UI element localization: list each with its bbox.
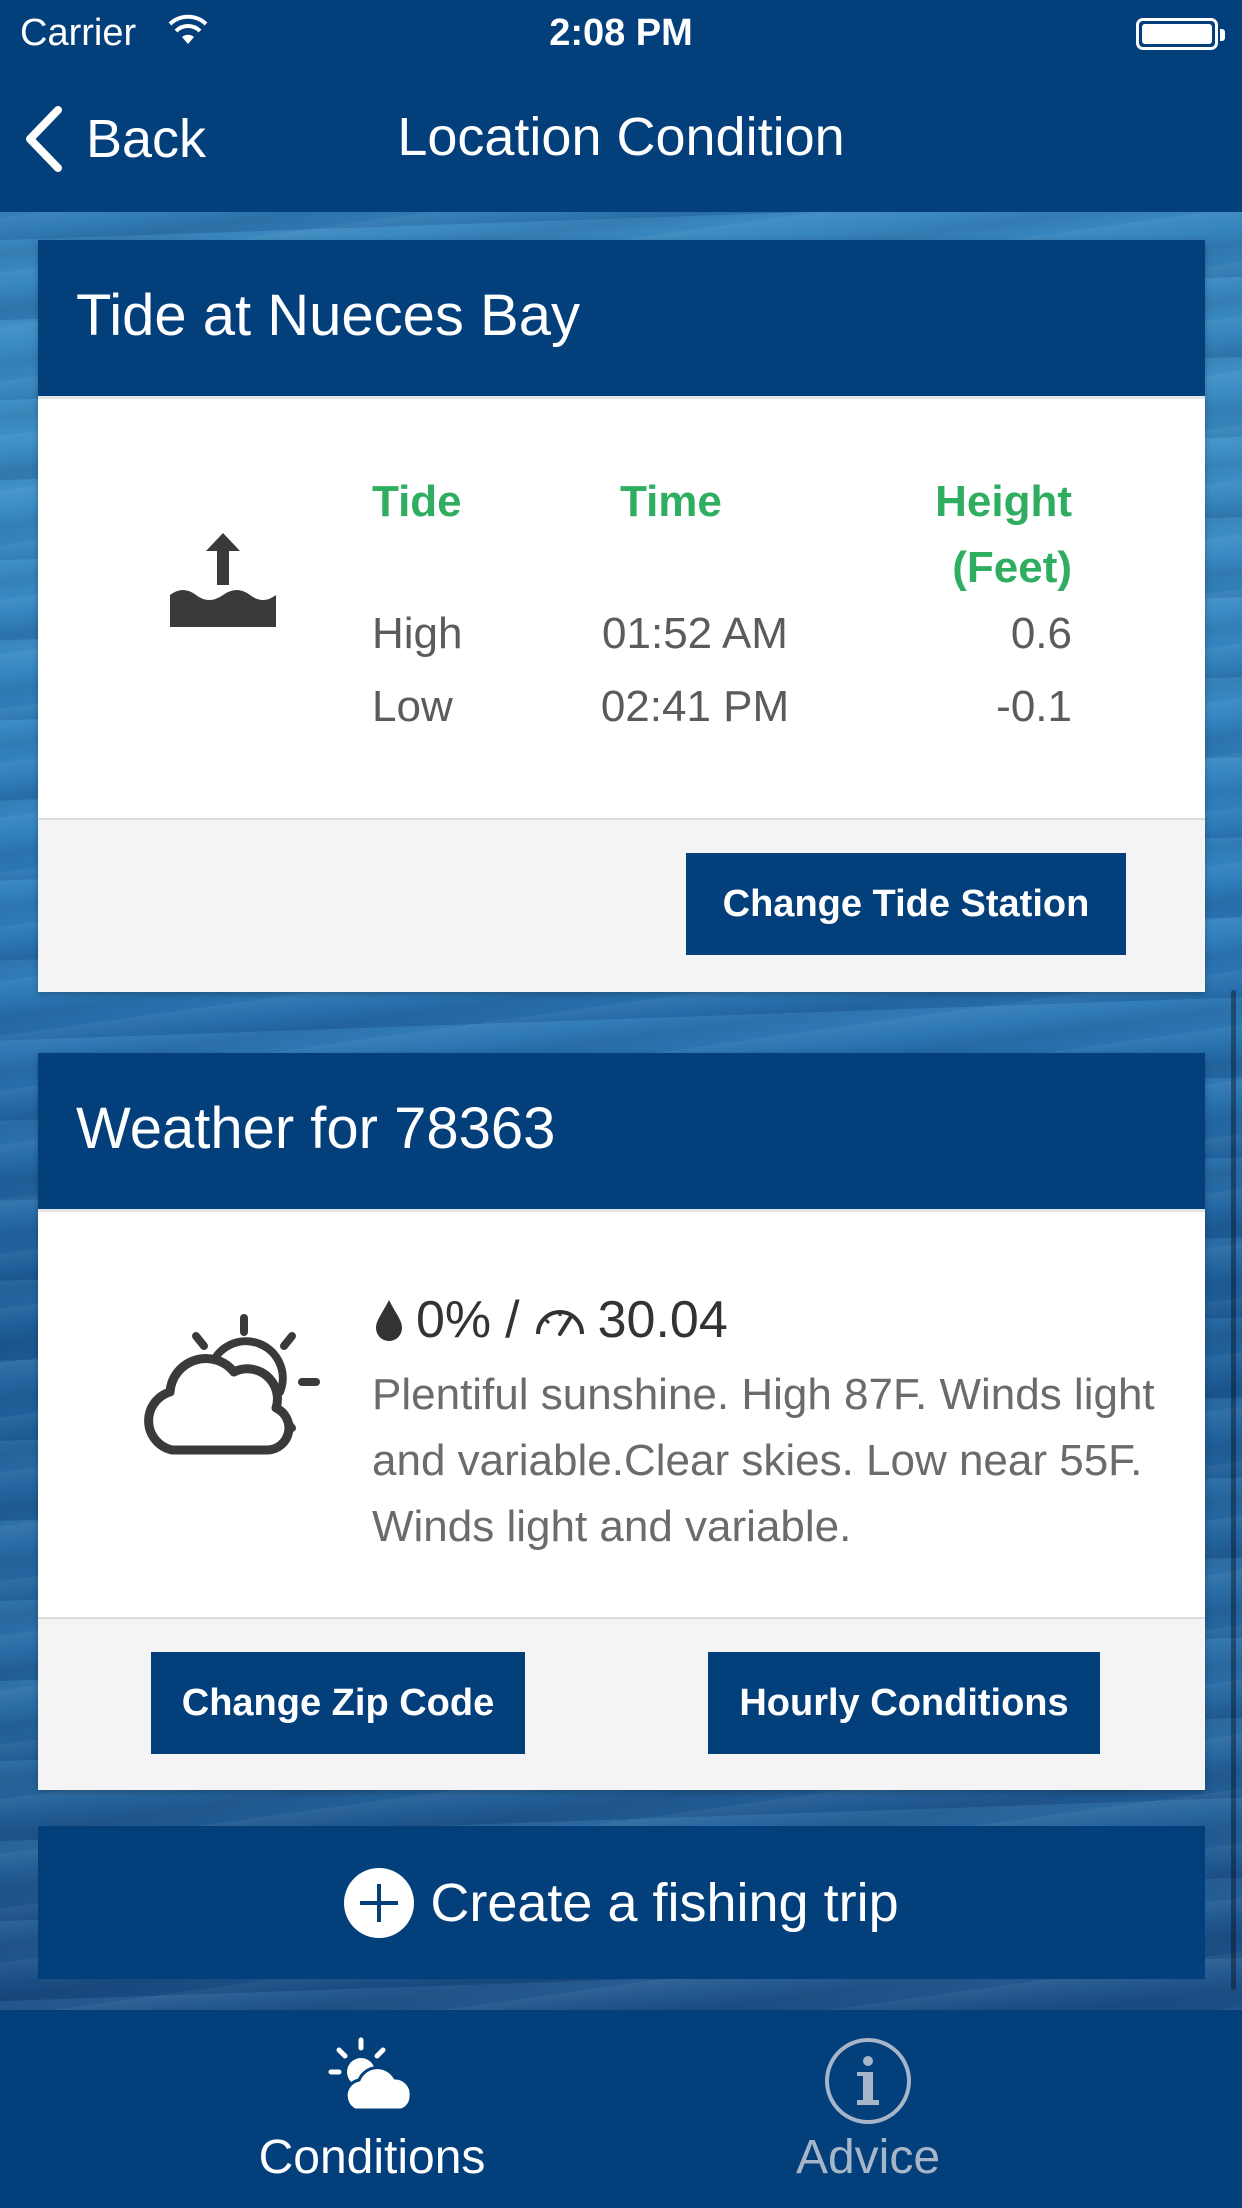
raindrop-icon [376,1300,402,1341]
plus-circle-icon [344,1867,415,1938]
status-time: 2:08 PM [549,12,693,54]
sun-cloud-icon [328,2037,413,2112]
battery-icon [1136,18,1225,50]
time-column-header: Time [620,477,722,526]
tide-table: Tide Time Height (Feet) High 01:52 AM 0.… [38,396,1205,818]
tab-conditions[interactable]: Conditions [172,2010,572,2208]
tide-row-time: 02:41 PM [600,682,790,731]
tide-rising-icon [170,533,276,627]
tab-conditions-label: Conditions [258,2131,486,2184]
page-title: Location Condition [397,107,845,167]
hourly-conditions-button[interactable]: Hourly Conditions [708,1652,1100,1754]
weather-card-footer: Change Zip Code Hourly Conditions [38,1617,1205,1790]
navigation-bar: Back Location Condition [0,66,1242,212]
gauge-icon [535,1310,584,1336]
tab-bar: Conditions Advice [0,2010,1242,2208]
tide-row-height: -0.1 [996,682,1072,731]
change-tide-station-button[interactable]: Change Tide Station [686,853,1126,955]
partly-sunny-icon [144,1314,320,1455]
change-zip-code-button[interactable]: Change Zip Code [151,1652,525,1754]
create-fishing-trip-button[interactable]: Create a fishing trip [38,1826,1205,1979]
summary-separator: / [505,1291,520,1349]
weather-card: Weather for 78363 0% / 30.04 Plentiful s… [38,1053,1205,1790]
create-trip-label: Create a fishing trip [430,1872,899,1933]
status-bar: Carrier 2:08 PM [0,0,1242,66]
weather-card-title: Weather for 78363 [38,1053,1205,1209]
tab-advice[interactable]: Advice [668,2010,1068,2208]
scroll-indicator [1231,990,1236,1990]
tide-card-footer: Change Tide Station [38,818,1205,992]
tide-column-header: Tide [372,477,462,526]
height-unit-header: (Feet) [952,543,1072,592]
tide-row-type: Low [372,682,453,731]
weather-description: Plentiful sunshine. High 87F. Winds ligh… [372,1370,1155,1551]
pressure-value: 30.04 [597,1291,728,1349]
tide-row-time: 01:52 AM [602,609,788,658]
tide-card: Tide at Nueces Bay Tide Time Height (Fee… [38,240,1205,992]
info-circle-icon [825,2038,911,2124]
tide-row-height: 0.6 [1010,609,1072,658]
tide-row-type: High [372,609,463,658]
weather-summary: 0% / 30.04 [372,1290,728,1350]
tab-advice-label: Advice [795,2131,941,2184]
weather-body: 0% / 30.04 Plentiful sunshine. High 87F.… [38,1209,1205,1617]
height-column-header: Height [935,477,1072,526]
tide-card-title: Tide at Nueces Bay [38,240,1205,396]
precipitation-value: 0% [416,1291,492,1349]
